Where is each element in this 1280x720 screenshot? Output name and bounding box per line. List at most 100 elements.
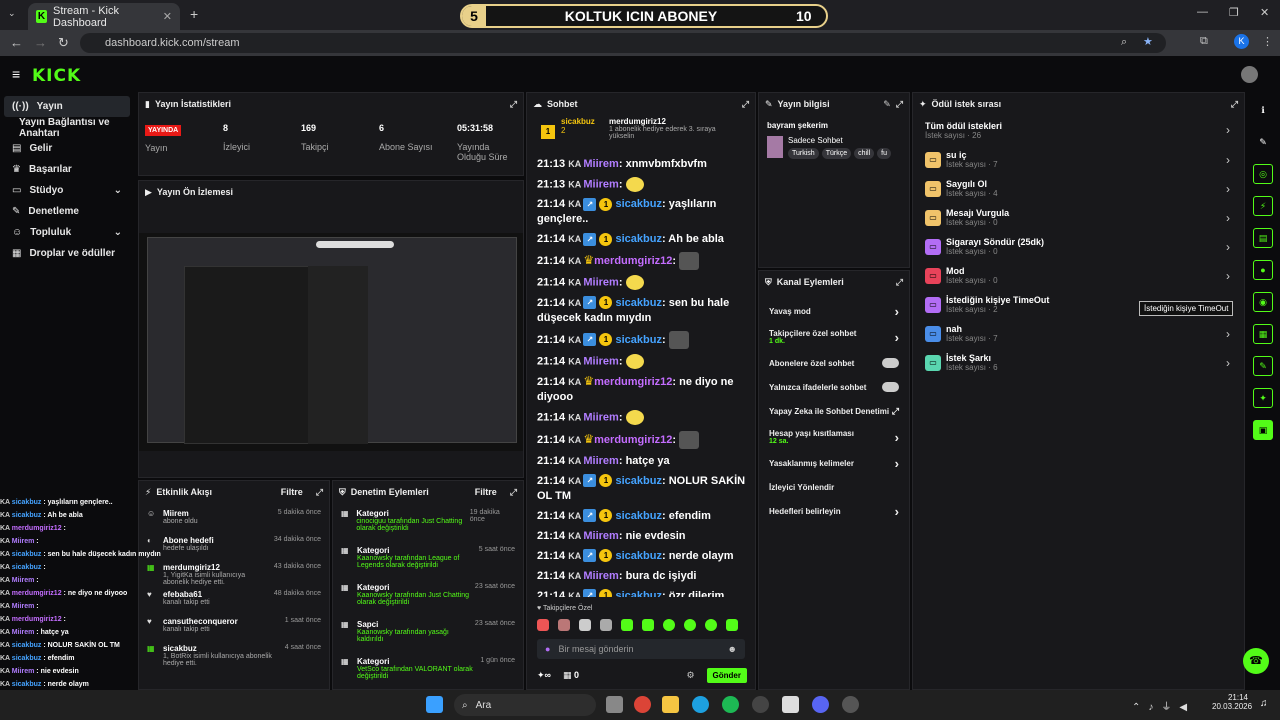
sidebar-item-stream-key[interactable]: Yayın Bağlantısı ve Anahtarı bbox=[4, 117, 130, 139]
channel-action-row[interactable]: İzleyici Yönlendir bbox=[759, 475, 909, 499]
emote-icon[interactable] bbox=[684, 619, 696, 631]
minimize-button[interactable]: — bbox=[1197, 6, 1208, 18]
wrench-icon[interactable]: ✎ bbox=[1253, 356, 1273, 376]
chrome-icon[interactable] bbox=[634, 696, 651, 713]
channel-action-row[interactable]: Yavaş mod › bbox=[759, 299, 909, 323]
sidebar-item-denetleme[interactable]: ✎ Denetleme bbox=[4, 201, 130, 222]
stream-preview-video[interactable] bbox=[139, 233, 523, 451]
tray-icons[interactable]: ⌃♪⏚◀ bbox=[1132, 698, 1195, 713]
category-name[interactable]: Sadece Sohbet bbox=[788, 136, 891, 145]
store-icon[interactable]: ▦ 0 bbox=[563, 670, 579, 681]
emote-icon[interactable] bbox=[621, 619, 633, 631]
layout-icon[interactable]: ▦ bbox=[1253, 324, 1273, 344]
close-window-button[interactable]: ✕ bbox=[1260, 6, 1269, 19]
gift-icon[interactable]: ✦ bbox=[1253, 388, 1273, 408]
channel-action-row[interactable]: Hedefleri belirleyin › bbox=[759, 499, 909, 523]
app-icon[interactable] bbox=[782, 696, 799, 713]
sidebar-item-droplar[interactable]: ▦ Droplar ve ödüller bbox=[4, 243, 130, 264]
activity-filter-button[interactable]: Filtre bbox=[281, 487, 303, 497]
reward-row[interactable]: ▭ Sigarayı Söndür (25dk) İstek sayısı · 0 › bbox=[913, 232, 1244, 261]
back-icon[interactable]: ← bbox=[10, 35, 23, 50]
chat-input[interactable]: ● Bir mesaj gönderin ☻ bbox=[537, 639, 745, 659]
emote-icon[interactable] bbox=[600, 619, 612, 631]
emote-bar[interactable] bbox=[537, 619, 747, 633]
reward-row[interactable]: ▭ Saygılı Ol İstek sayısı · 4 › bbox=[913, 174, 1244, 203]
expand-icon[interactable]: ⤢ bbox=[896, 277, 903, 288]
expand-icon[interactable]: ⤢ bbox=[1231, 99, 1238, 110]
chat-settings-icon[interactable]: ⚙ bbox=[686, 670, 694, 681]
broadcast-icon[interactable]: ◉ bbox=[1253, 292, 1273, 312]
steam-icon[interactable] bbox=[752, 696, 769, 713]
channel-action-row[interactable]: Yalnızca ifadelerle sohbet bbox=[759, 375, 909, 399]
discord-icon[interactable] bbox=[812, 696, 829, 713]
emote-icon[interactable] bbox=[726, 619, 738, 631]
points-icon[interactable]: ✦∞ bbox=[537, 670, 551, 681]
expand-icon[interactable]: ⤢ bbox=[510, 99, 517, 110]
modlog-filter-button[interactable]: Filtre bbox=[475, 487, 497, 497]
info-icon[interactable]: ℹ bbox=[1253, 100, 1273, 120]
expand-icon[interactable]: ⤢ bbox=[742, 99, 749, 110]
reward-row[interactable]: ▭ su iç İstek sayısı · 7 › bbox=[913, 145, 1244, 174]
emote-icon[interactable] bbox=[579, 619, 591, 631]
clock[interactable]: 21:14 20.03.2026 bbox=[1212, 693, 1252, 711]
user-avatar[interactable] bbox=[1241, 66, 1258, 83]
expand-icon[interactable]: ⤢ bbox=[896, 99, 903, 110]
start-icon[interactable] bbox=[426, 696, 443, 713]
bookmark-star-icon[interactable]: ★ bbox=[1143, 35, 1153, 48]
taskbar-search[interactable]: ⌕ Ara bbox=[454, 694, 596, 716]
toggle-switch[interactable] bbox=[882, 358, 899, 368]
tab-list-chevron-icon[interactable]: ⌄ bbox=[8, 8, 16, 19]
channel-action-row[interactable]: Yapay Zeka ile Sohbet Denetimi ⤢ bbox=[759, 399, 909, 423]
sidebar-item-studyo[interactable]: ▭ Stüdyo ⌄ bbox=[4, 180, 130, 201]
bolt-icon[interactable]: ⚡ bbox=[1253, 196, 1273, 216]
emote-icon[interactable] bbox=[642, 619, 654, 631]
emote-icon[interactable] bbox=[705, 619, 717, 631]
edge-icon[interactable] bbox=[692, 696, 709, 713]
reward-row[interactable]: ▭ nah İstek sayısı · 7 › bbox=[913, 319, 1244, 348]
explorer-icon[interactable] bbox=[662, 696, 679, 713]
extensions-icon[interactable]: ⧉ bbox=[1200, 35, 1208, 48]
reload-icon[interactable]: ↻ bbox=[58, 35, 69, 51]
pinned-gift-banner[interactable]: 1 sicakbuz 2 merdumgiriz12 1 abonelik hedi… bbox=[527, 115, 755, 151]
target-icon[interactable]: ◎ bbox=[1253, 164, 1273, 184]
sidebar-item-basarilar[interactable]: ♛ Başarılar bbox=[4, 159, 130, 180]
hamburger-menu-icon[interactable]: ≡ bbox=[12, 66, 20, 82]
edit-icon[interactable]: ✎ bbox=[1253, 132, 1273, 152]
sidebar-item-topluluk[interactable]: ☺ Topluluk ⌄ bbox=[4, 222, 130, 243]
toggle-switch[interactable] bbox=[882, 382, 899, 392]
channel-action-row[interactable]: Yasaklanmış kelimeler › bbox=[759, 451, 909, 475]
emote-icon[interactable] bbox=[663, 619, 675, 631]
sidebar-item-gelir[interactable]: ▤ Gelir bbox=[4, 138, 130, 159]
forward-icon[interactable]: → bbox=[34, 35, 47, 50]
edit-icon[interactable]: ✎ bbox=[883, 99, 891, 110]
new-tab-button[interactable]: + bbox=[190, 6, 198, 22]
mic-icon[interactable]: ● bbox=[545, 644, 550, 654]
browser-tab[interactable]: K Stream - Kick Dashboard ✕ bbox=[28, 3, 180, 30]
zoom-icon[interactable]: ⌕ bbox=[1121, 36, 1127, 49]
send-button[interactable]: Gönder bbox=[706, 667, 747, 683]
channel-action-row[interactable]: Takipçilere özel sohbet 1 dk. › bbox=[759, 323, 909, 351]
category-thumbnail[interactable] bbox=[767, 136, 783, 158]
note-icon[interactable]: ▤ bbox=[1253, 228, 1273, 248]
expand-icon[interactable]: ⤢ bbox=[510, 487, 517, 498]
help-chat-icon[interactable]: ☎ bbox=[1243, 648, 1269, 674]
tab-close-icon[interactable]: ✕ bbox=[163, 10, 172, 23]
channel-action-row[interactable]: Abonelere özel sohbet bbox=[759, 351, 909, 375]
all-rewards-row[interactable]: Tüm ödül istekleri İstek sayısı · 26 › bbox=[913, 115, 1244, 145]
emote-icon[interactable] bbox=[537, 619, 549, 631]
obs-icon[interactable] bbox=[842, 696, 859, 713]
reward-row[interactable]: ▭ Mod İstek sayısı · 0 › bbox=[913, 261, 1244, 290]
emote-icon[interactable] bbox=[558, 619, 570, 631]
task-view-icon[interactable] bbox=[606, 696, 623, 713]
expand-icon[interactable]: ⤢ bbox=[316, 487, 323, 498]
url-field[interactable]: dashboard.kick.com/stream bbox=[80, 33, 1166, 53]
sidebar-item-yayin[interactable]: ((·)) Yayın bbox=[4, 96, 130, 117]
profile-avatar[interactable]: K bbox=[1234, 34, 1249, 49]
channel-action-row[interactable]: Hesap yaşı kısıtlaması 12 sa. › bbox=[759, 423, 909, 451]
emoji-icon[interactable]: ☻ bbox=[728, 644, 737, 654]
image-icon[interactable]: ▣ bbox=[1253, 420, 1273, 440]
notification-bell-icon[interactable]: ♫ bbox=[1260, 698, 1268, 709]
reward-row[interactable]: ▭ Mesajı Vurgula İstek sayısı · 0 › bbox=[913, 203, 1244, 232]
spotify-icon[interactable] bbox=[722, 696, 739, 713]
kick-logo[interactable]: KICK bbox=[32, 66, 81, 86]
